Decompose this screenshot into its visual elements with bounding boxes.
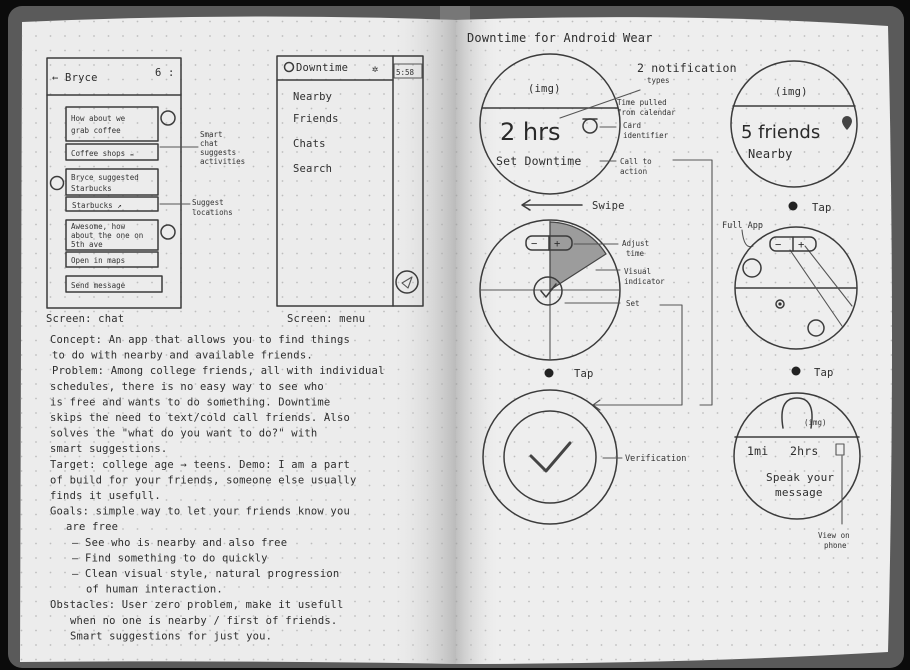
view-on-phone-2: phone [824, 541, 847, 550]
note-line: are free [66, 521, 118, 533]
plus-icon: + [798, 239, 805, 251]
minus-icon: − [531, 238, 538, 250]
note-line: Target: college age → teens. Demo: I am … [50, 459, 350, 471]
menu-item-friends: Friends [293, 113, 339, 125]
detail-distance: 1mi [747, 444, 768, 458]
annot-card-2: identifier [623, 131, 669, 140]
note-line: to do with nearby and available friends. [52, 350, 313, 362]
page-title: Downtime for Android Wear [467, 31, 653, 45]
action-maps-label: Open in maps [71, 256, 125, 265]
note-line: – Find something to do quickly [72, 552, 268, 564]
tap-dot [788, 201, 798, 211]
note-smart-4: activities [200, 157, 245, 166]
gear-icon: ✲ [372, 63, 379, 75]
msg1-line2: grab coffee [71, 126, 121, 135]
msg3-line3: 5th ave [71, 240, 103, 249]
action-coffee-label: Coffee shops ☕ [71, 149, 135, 158]
annot-cta-2: action [620, 167, 647, 176]
swipe-label: Swipe [592, 200, 625, 212]
detail-prompt-2: message [775, 486, 823, 499]
annot-notif-2: types [647, 76, 670, 85]
annot-time-1: Time pulled [617, 98, 667, 107]
note-line: Problem: Among college friends, all with… [52, 365, 385, 377]
annot-cta-1: Call to [620, 157, 652, 166]
annot-adjust-2: time [626, 249, 645, 258]
note-line: finds it usefull. [50, 490, 161, 502]
note-line: Goals: simple way to let your friends kn… [50, 506, 350, 518]
note-line: skips the need to text/cold call friends… [50, 412, 350, 424]
tap-label-2: Tap [812, 202, 832, 214]
menu-item-nearby: Nearby [293, 91, 332, 103]
action-starbucks-label: Starbucks ↗ [72, 201, 122, 210]
note-smart-1: Smart [200, 130, 223, 139]
annot-visual-2: indicator [624, 277, 665, 286]
note-line: solves the "what do you want to do?" wit… [50, 428, 317, 440]
friends-count: 5 friends [741, 122, 820, 143]
menu-item-search: Search [293, 163, 332, 175]
detail-hours: 2hrs [790, 444, 819, 458]
note-line: Obstacles: User zero problem, make it us… [50, 599, 343, 611]
annot-time-2: from calendar [617, 108, 676, 117]
verification-label: Verification [625, 454, 686, 464]
annot-set: Set [626, 299, 640, 308]
note-line: – See who is nearby and also free [72, 537, 287, 549]
note-line: smart suggestions. [50, 443, 167, 455]
note-line: Concept: An app that allows you to find … [50, 334, 350, 346]
friends-sub: Nearby [748, 147, 793, 161]
watch1-hours: 2 hrs [500, 118, 560, 146]
tap-label-1: Tap [574, 368, 594, 380]
annot-notif-1: 2 notification [637, 61, 737, 75]
msg2-line1: Bryce suggested [71, 173, 139, 182]
status-time: 5:58 [396, 68, 415, 77]
chat-count: 6 : [155, 67, 175, 79]
note-suggest-1: Suggest [192, 198, 224, 207]
menu-title: Downtime [296, 62, 348, 74]
chat-back-label: ← Bryce [52, 72, 98, 84]
annot-visual-1: Visual [624, 267, 651, 276]
msg1-line1: How about we [71, 114, 126, 123]
msg2-line2: Starbucks [71, 184, 112, 193]
tap-dot [544, 368, 554, 378]
menu-caption: Screen: menu [287, 313, 365, 325]
annot-card-1: Card [623, 121, 641, 130]
watch1-img: (img) [528, 83, 561, 95]
annot-adjust-1: Adjust [622, 239, 649, 248]
menu-item-chats: Chats [293, 138, 326, 150]
note-line: when no one is nearby / first of friends… [70, 615, 337, 627]
full-app-label: Full App [722, 221, 763, 231]
watch1-cta: Set Downtime [496, 154, 581, 168]
note-line: Smart suggestions for just you. [70, 630, 272, 642]
plus-icon: + [554, 238, 561, 250]
note-line: of build for your friends, someone else … [50, 474, 357, 486]
note-line: schedules, there is no easy way to see w… [50, 381, 324, 393]
view-on-phone-1: View on [818, 531, 850, 540]
detail-prompt-1: Speak your [766, 471, 834, 484]
note-line: is free and wants to do something. Downt… [50, 396, 330, 408]
note-suggest-2: locations [192, 208, 233, 217]
note-smart-2: chat [200, 139, 218, 148]
minus-icon: − [775, 239, 782, 251]
note-line: – Clean visual style, natural progressio… [72, 568, 339, 580]
send-label: Send message [71, 281, 126, 290]
notebook-scene: ← Bryce 6 : How about we grab coffee Cof… [8, 6, 904, 668]
tap-label-3: Tap [814, 367, 834, 379]
tap-dot [791, 366, 801, 376]
detail-img: (img) [804, 418, 827, 427]
friends-img: (img) [775, 86, 808, 98]
bookmark-ribbon [440, 6, 470, 20]
msg3-line1: Awesome, how [71, 222, 126, 231]
msg3-line2: about the one on [71, 231, 143, 240]
note-line: of human interaction. [86, 584, 223, 596]
note-smart-3: suggests [200, 148, 236, 157]
chat-caption: Screen: chat [46, 313, 124, 325]
